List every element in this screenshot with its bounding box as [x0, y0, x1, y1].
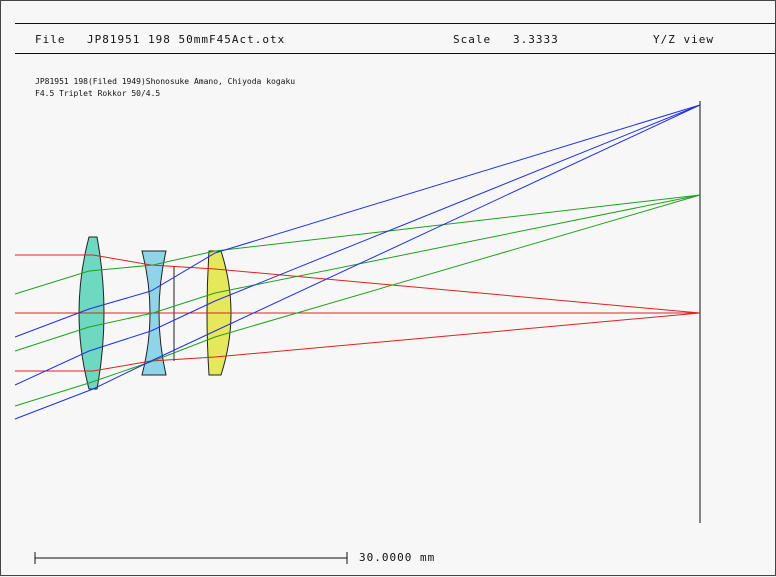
diagram-window: File JP81951 198 50mmF45Act.otx Scale 3.… — [0, 0, 776, 576]
ray-bundle-edge-field — [14, 104, 701, 420]
scale-bar — [34, 552, 348, 564]
ray-edge-center — [14, 104, 701, 386]
ray-mid-center — [14, 194, 701, 352]
ray-edge-lower — [14, 104, 701, 420]
optical-layout — [14, 101, 701, 564]
scale-bar-label: 30.0000 mm — [359, 551, 436, 564]
ray-edge-upper — [14, 104, 701, 338]
